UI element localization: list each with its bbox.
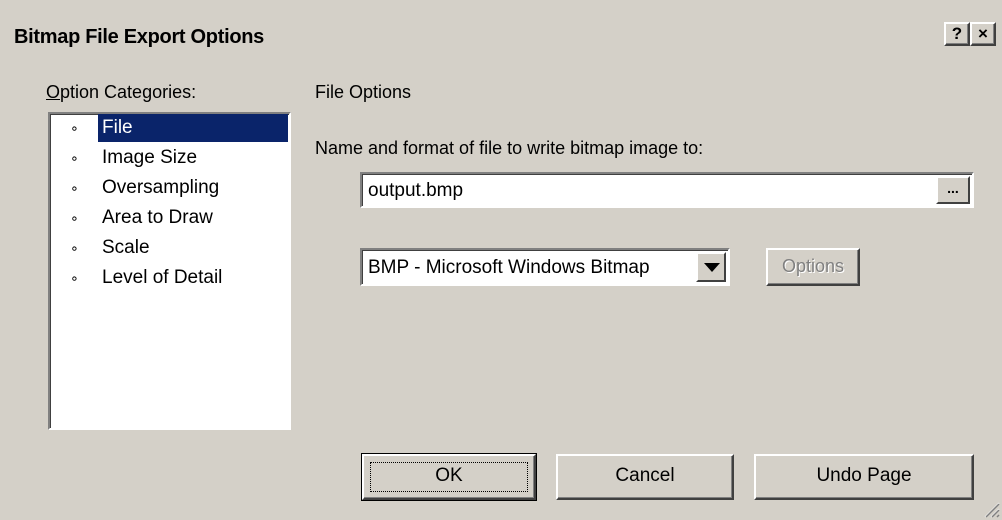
ok-button[interactable]: OK	[361, 453, 537, 501]
bullet-icon: ∘	[70, 150, 79, 166]
filename-value: output.bmp	[368, 180, 464, 201]
cancel-button[interactable]: Cancel	[556, 454, 734, 500]
category-item-image-size[interactable]: ∘ Image Size	[50, 144, 289, 174]
option-categories-label-text: ption Categories:	[60, 82, 197, 102]
category-label: Image Size	[102, 147, 198, 168]
option-categories-list[interactable]: ∘ File ∘ Image Size ∘ Oversampling ∘ Are…	[48, 112, 291, 430]
category-label: Scale	[102, 237, 150, 258]
category-item-area-to-draw[interactable]: ∘ Area to Draw	[50, 204, 289, 234]
category-label: Oversampling	[102, 177, 220, 198]
undo-page-button[interactable]: Undo Page	[754, 454, 974, 500]
category-item-scale[interactable]: ∘ Scale	[50, 234, 289, 264]
bullet-icon: ∘	[70, 120, 79, 136]
filename-input[interactable]: output.bmp ...	[360, 172, 974, 208]
chevron-down-icon	[704, 263, 720, 272]
category-item-level-of-detail[interactable]: ∘ Level of Detail	[50, 264, 289, 294]
resize-grip-icon[interactable]	[980, 498, 1000, 518]
bullet-icon: ∘	[70, 240, 79, 256]
format-selected-value: BMP - Microsoft Windows Bitmap	[368, 257, 650, 278]
format-options-button[interactable]: Options	[766, 248, 860, 286]
option-categories-accelerator: O	[46, 82, 61, 102]
help-button[interactable]: ?	[944, 22, 970, 46]
browse-button[interactable]: ...	[936, 176, 970, 204]
option-categories-label: Option Categories:	[46, 82, 196, 103]
category-label: File	[98, 114, 288, 142]
category-item-file[interactable]: ∘ File	[50, 114, 289, 144]
category-label: Area to Draw	[102, 207, 213, 228]
dropdown-button[interactable]	[696, 252, 726, 282]
bullet-icon: ∘	[70, 270, 79, 286]
dialog-title: Bitmap File Export Options	[14, 26, 264, 48]
bitmap-export-dialog: Bitmap File Export Options ? × Option Ca…	[0, 0, 1002, 520]
bullet-icon: ∘	[70, 210, 79, 226]
category-label: Level of Detail	[102, 267, 223, 288]
file-options-title: File Options	[315, 82, 412, 102]
format-dropdown[interactable]: BMP - Microsoft Windows Bitmap	[360, 248, 730, 286]
close-button[interactable]: ×	[970, 22, 996, 46]
bullet-icon: ∘	[70, 180, 79, 196]
category-item-oversampling[interactable]: ∘ Oversampling	[50, 174, 289, 204]
filename-label: Name and format of file to write bitmap …	[315, 138, 704, 158]
